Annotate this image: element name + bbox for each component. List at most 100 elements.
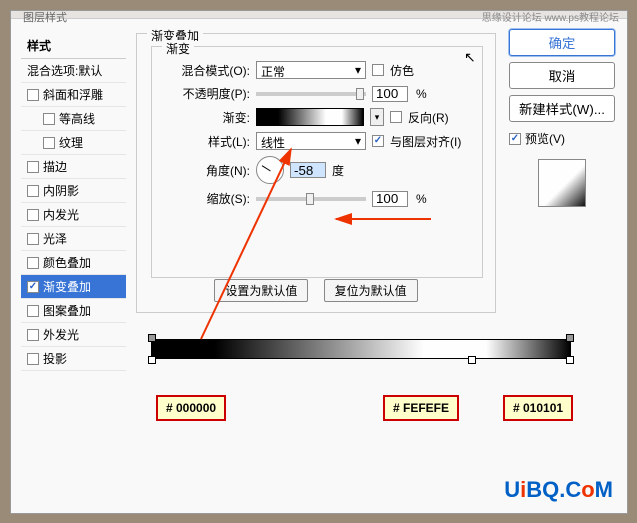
style-label: 斜面和浮雕 (43, 86, 103, 103)
preview-label: 预览(V) (525, 130, 565, 147)
row-blend-mode: 混合模式(O): 正常 ▾ 仿色 (162, 61, 472, 79)
style-type-value: 线性 (261, 136, 285, 150)
row-angle: 角度(N): 度 (162, 156, 472, 184)
style-label: 渐变叠加 (43, 278, 91, 295)
style-item-inner-shadow[interactable]: 内阴影 (21, 179, 126, 203)
style-label: 图案叠加 (43, 302, 91, 319)
layer-style-dialog: 图层样式 思缘设计论坛 www.ps教程论坛 样式 混合选项:默认 斜面和浮雕 … (10, 10, 628, 514)
style-item-outer-glow[interactable]: 外发光 (21, 323, 126, 347)
color-stop-handle[interactable] (566, 356, 574, 364)
scale-input[interactable] (372, 191, 408, 207)
blend-mode-value: 正常 (261, 65, 285, 79)
gradient-overlay-pane: 渐变叠加 渐变 混合模式(O): 正常 ▾ 仿色 不透明度(P): % (136, 33, 496, 313)
opacity-slider[interactable] (256, 92, 366, 96)
cancel-button[interactable]: 取消 (509, 62, 615, 89)
angle-input[interactable] (290, 162, 326, 178)
style-label: 纹理 (59, 134, 83, 151)
gradient-editor-bar[interactable] (151, 339, 571, 359)
set-default-button[interactable]: 设置为默认值 (214, 279, 308, 302)
blend-mode-select[interactable]: 正常 ▾ (256, 61, 366, 79)
dialog-header: 图层样式 思缘设计论坛 www.ps教程论坛 (11, 11, 627, 19)
align-label: 与图层对齐(I) (390, 133, 461, 150)
defaults-row: 设置为默认值 复位为默认值 (137, 279, 495, 302)
align-checkbox[interactable] (372, 135, 384, 147)
angle-unit: 度 (332, 162, 344, 179)
color-stop-handle[interactable] (148, 356, 156, 364)
dither-label: 仿色 (390, 62, 414, 79)
checkbox-icon[interactable] (27, 161, 39, 173)
opacity-stop-handle[interactable] (148, 334, 156, 342)
preview-swatch (538, 159, 586, 207)
styles-panel: 样式 混合选项:默认 斜面和浮雕 等高线 纹理 描边 内阴影 内发光 光泽 颜色… (21, 33, 126, 371)
gradient-group: 渐变 混合模式(O): 正常 ▾ 仿色 不透明度(P): % 渐变: (151, 46, 483, 278)
opacity-label: 不透明度(P): (162, 85, 250, 102)
style-label: 内发光 (43, 206, 79, 223)
gradient-dropdown-icon[interactable]: ▾ (370, 108, 384, 126)
footer-watermark: UiBQ.CoM (504, 477, 613, 503)
checkbox-icon[interactable] (27, 353, 39, 365)
checkbox-icon[interactable] (27, 209, 39, 221)
angle-dial[interactable] (256, 156, 284, 184)
angle-label: 角度(N): (162, 162, 250, 179)
checkbox-icon[interactable] (27, 329, 39, 341)
reset-default-button[interactable]: 复位为默认值 (324, 279, 418, 302)
percent-label: % (416, 87, 427, 101)
gradient-swatch[interactable] (256, 108, 364, 126)
checkbox-icon[interactable] (27, 89, 39, 101)
style-item-drop-shadow[interactable]: 投影 (21, 347, 126, 371)
opacity-input[interactable] (372, 86, 408, 102)
blend-mode-label: 混合模式(O): (162, 62, 250, 79)
style-label: 投影 (43, 350, 67, 367)
row-scale: 缩放(S): % (162, 190, 472, 207)
percent-label: % (416, 192, 427, 206)
checkbox-icon[interactable] (43, 113, 55, 125)
style-item-color-overlay[interactable]: 颜色叠加 (21, 251, 126, 275)
row-gradient: 渐变: ▾ 反向(R) (162, 108, 472, 126)
dialog-body: 样式 混合选项:默认 斜面和浮雕 等高线 纹理 描边 内阴影 内发光 光泽 颜色… (11, 19, 627, 513)
row-opacity: 不透明度(P): % (162, 85, 472, 102)
blend-options-default[interactable]: 混合选项:默认 (21, 59, 126, 83)
style-item-satin[interactable]: 光泽 (21, 227, 126, 251)
color-stop-handle[interactable] (468, 356, 476, 364)
scale-label: 缩放(S): (162, 190, 250, 207)
style-item-contour[interactable]: 等高线 (21, 107, 126, 131)
ok-button[interactable]: 确定 (509, 29, 615, 56)
row-style: 样式(L): 线性 ▾ 与图层对齐(I) (162, 132, 472, 150)
style-item-inner-glow[interactable]: 内发光 (21, 203, 126, 227)
dither-checkbox[interactable] (372, 64, 384, 76)
color-tag-1: # 000000 (156, 395, 226, 421)
style-item-texture[interactable]: 纹理 (21, 131, 126, 155)
reverse-checkbox[interactable] (390, 111, 402, 123)
style-item-bevel[interactable]: 斜面和浮雕 (21, 83, 126, 107)
style-item-stroke[interactable]: 描边 (21, 155, 126, 179)
style-label: 外发光 (43, 326, 79, 343)
checkbox-icon[interactable] (27, 233, 39, 245)
style-item-pattern-overlay[interactable]: 图案叠加 (21, 299, 126, 323)
style-label: 等高线 (59, 110, 95, 127)
blend-options-label: 混合选项:默认 (27, 62, 102, 79)
checkbox-icon[interactable] (43, 137, 55, 149)
style-label: 颜色叠加 (43, 254, 91, 271)
checkbox-icon[interactable] (27, 257, 39, 269)
color-tag-2: # FEFEFE (383, 395, 459, 421)
style-label: 描边 (43, 158, 67, 175)
opacity-stop-handle[interactable] (566, 334, 574, 342)
checkbox-icon[interactable] (27, 185, 39, 197)
style-type-label: 样式(L): (162, 133, 250, 150)
reverse-label: 反向(R) (408, 109, 449, 126)
style-label: 光泽 (43, 230, 67, 247)
new-style-button[interactable]: 新建样式(W)... (509, 95, 615, 122)
preview-toggle-row: 预览(V) (509, 130, 615, 147)
style-label: 内阴影 (43, 182, 79, 199)
preview-checkbox[interactable] (509, 133, 521, 145)
scale-slider[interactable] (256, 197, 366, 201)
cursor-icon: ↖ (464, 49, 476, 66)
styles-header: 样式 (21, 33, 126, 59)
checkbox-icon[interactable] (27, 305, 39, 317)
style-item-gradient-overlay[interactable]: 渐变叠加 (21, 275, 126, 299)
group-title: 渐变 (162, 40, 194, 57)
checkbox-icon[interactable] (27, 281, 39, 293)
style-type-select[interactable]: 线性 ▾ (256, 132, 366, 150)
action-buttons-column: 确定 取消 新建样式(W)... 预览(V) (509, 29, 615, 213)
gradient-label: 渐变: (162, 109, 250, 126)
